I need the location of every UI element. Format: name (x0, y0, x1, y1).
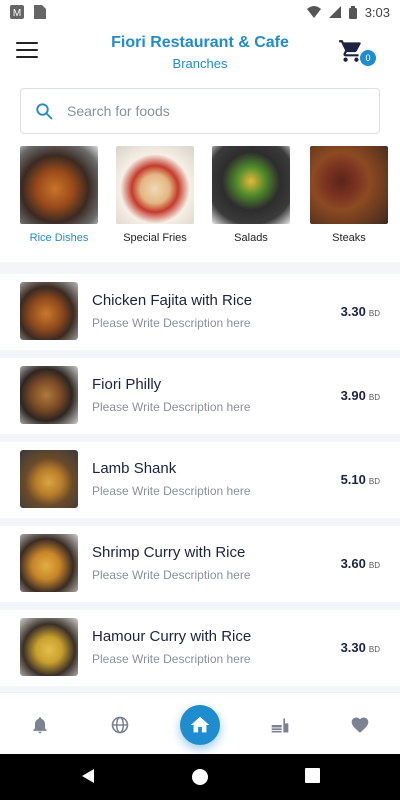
food-item-fiori-philly[interactable]: Fiori Philly Please Write Description he… (0, 358, 400, 434)
food-description: Please Write Description here (92, 484, 251, 498)
system-recents-button[interactable] (305, 768, 320, 788)
food-price: 3.60 BD (340, 556, 380, 571)
notification-m-icon: M (10, 5, 24, 19)
food-name: Lamb Shank (92, 460, 177, 477)
nav-favorites[interactable] (350, 715, 370, 735)
food-item-lamb-shank[interactable]: Lamb Shank Please Write Description here… (0, 442, 400, 518)
special-fries-image (116, 146, 194, 224)
food-list[interactable]: Chicken Fajita with Rice Please Write De… (0, 274, 400, 692)
food-name: Fiori Philly (92, 376, 162, 393)
food-price: 3.90 BD (340, 388, 380, 403)
category-label: Steaks (332, 232, 366, 244)
globe-icon (111, 716, 129, 734)
food-thumbnail (20, 534, 78, 592)
category-label: Salads (234, 232, 268, 244)
food-thumbnail (20, 366, 78, 424)
system-back-button[interactable] (80, 768, 96, 789)
food-price: 3.30 BD (340, 304, 380, 319)
search-input[interactable] (67, 103, 347, 119)
food-name: Shrimp Curry with Rice (92, 544, 246, 561)
cart-button[interactable]: 0 (338, 38, 376, 68)
food-thumbnail (20, 618, 78, 676)
battery-icon (348, 5, 357, 19)
section-divider (0, 262, 400, 274)
category-label: Rice Dishes (29, 232, 89, 244)
home-circle-icon (192, 769, 208, 785)
nav-menu[interactable] (270, 715, 290, 735)
category-steaks[interactable]: Steaks (308, 146, 390, 244)
food-price: 5.10 BD (340, 472, 380, 487)
bottom-navigation (0, 692, 400, 754)
food-item-chicken-fajita[interactable]: Chicken Fajita with Rice Please Write De… (0, 274, 400, 350)
food-name: Hamour Curry with Rice (92, 628, 252, 645)
food-description: Please Write Description here (92, 568, 251, 582)
food-price: 3.30 BD (340, 640, 380, 655)
app-header: Fiori Restaurant & Cafe Branches 0 (0, 24, 400, 84)
food-thumbnail (20, 282, 78, 340)
status-time: 3:03 (364, 4, 390, 20)
sim-card-icon (34, 5, 46, 19)
food-description: Please Write Description here (92, 652, 251, 666)
category-label: Special Fries (123, 232, 187, 244)
nav-language[interactable] (110, 715, 130, 735)
food-description: Please Write Description here (92, 316, 251, 330)
bell-icon (33, 717, 47, 734)
search-icon (36, 103, 53, 120)
status-bar: M 3:03 (0, 0, 400, 24)
rice-dishes-image (20, 146, 98, 224)
signal-icon (328, 6, 341, 18)
svg-text:M: M (13, 8, 21, 19)
category-rice-dishes[interactable]: Rice Dishes (18, 146, 100, 244)
food-item-shrimp-curry[interactable]: Shrimp Curry with Rice Please Write Desc… (0, 526, 400, 602)
cart-count-badge: 0 (360, 50, 376, 66)
food-name: Chicken Fajita with Rice (92, 292, 253, 309)
food-thumbnail (20, 450, 78, 508)
menu-food-icon (271, 718, 289, 733)
wifi-icon (306, 6, 321, 18)
category-strip: Rice Dishes Special Fries Salads Steaks (0, 146, 400, 246)
category-special-fries[interactable]: Special Fries (114, 146, 196, 244)
system-home-button[interactable] (191, 768, 209, 791)
salads-image (212, 146, 290, 224)
home-icon (190, 716, 210, 733)
nav-notifications[interactable] (30, 715, 50, 735)
search-box[interactable] (20, 88, 380, 134)
category-salads[interactable]: Salads (210, 146, 292, 244)
system-navigation-bar (0, 754, 400, 800)
food-description: Please Write Description here (92, 400, 251, 414)
nav-home[interactable] (180, 705, 220, 745)
heart-icon (351, 717, 369, 733)
food-item-hamour-curry[interactable]: Hamour Curry with Rice Please Write Desc… (0, 610, 400, 686)
recents-square-icon (305, 768, 320, 783)
back-triangle-icon (82, 769, 94, 783)
steaks-image (310, 146, 388, 224)
